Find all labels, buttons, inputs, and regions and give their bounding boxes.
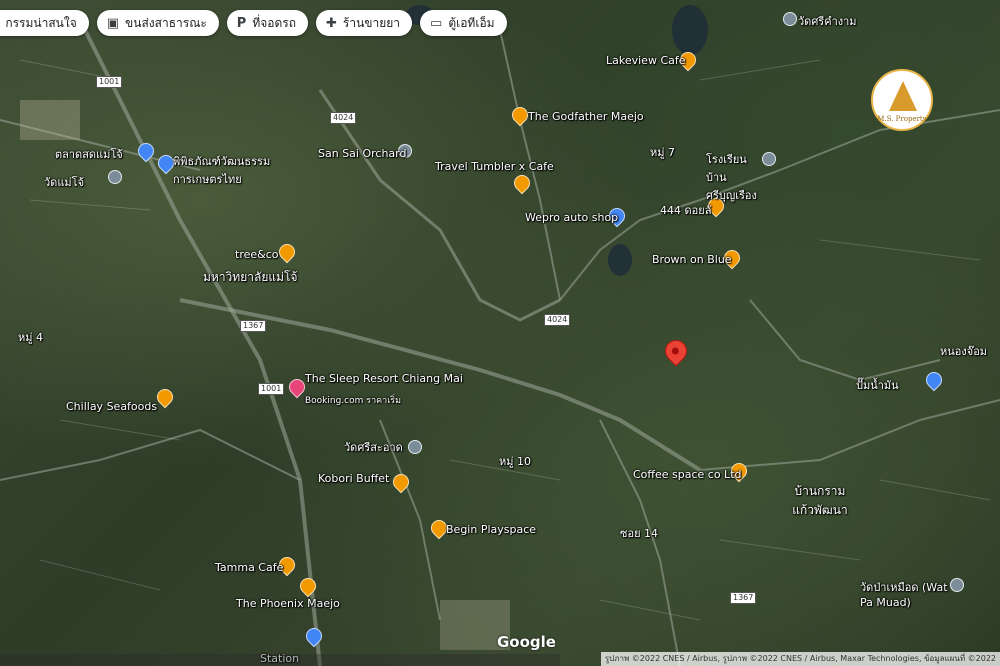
- place-label[interactable]: The Phoenix Maejo: [236, 597, 340, 610]
- place-label[interactable]: Lakeview Cafe: [606, 54, 686, 67]
- satellite-map[interactable]: [0, 0, 1000, 666]
- place-label[interactable]: ปั๊มน้ำมัน: [856, 376, 899, 394]
- place-label[interactable]: The Sleep Resort Chiang Mai: [305, 372, 463, 385]
- pharmacy-icon: ✚: [325, 15, 337, 31]
- bottom-strip: [0, 654, 560, 666]
- place-label[interactable]: Travel Tumbler x Cafe: [435, 160, 554, 173]
- temple-pin-icon[interactable]: [408, 440, 422, 454]
- place-label[interactable]: Tamma Cafe: [215, 561, 283, 574]
- place-label[interactable]: Chillay Seafoods: [66, 400, 157, 413]
- parking-icon: P: [236, 15, 247, 31]
- chip-transit[interactable]: ▣ ขนส่งสาธารณะ: [96, 10, 219, 36]
- place-label[interactable]: Kobori Buffet: [318, 472, 389, 485]
- school-pin-icon[interactable]: [762, 152, 776, 166]
- area-label: หมู่ 4: [18, 331, 43, 344]
- place-label[interactable]: โรงเรียนบ้านศรีบุญเรือง: [706, 150, 762, 204]
- temple-pin-icon[interactable]: [783, 12, 797, 26]
- village-label: หนองจ๊อม: [940, 345, 988, 358]
- place-label[interactable]: Wepro auto shop: [525, 211, 618, 224]
- university-label[interactable]: มหาวิทยาลัยแม่โจ้: [203, 268, 297, 287]
- area-label: ซอย 14: [620, 527, 659, 540]
- place-label[interactable]: ตลาดสดแม่โจ้: [55, 145, 123, 163]
- place-label[interactable]: วัดศรีคำงาม: [798, 12, 857, 30]
- chip-attractions[interactable]: ⌂กรรมน่าสนใจ: [0, 10, 89, 36]
- place-label[interactable]: Begin Playspace: [446, 523, 536, 536]
- map-attribution: รูปภาพ ©2022 CNES / Airbus, รูปภาพ ©2022…: [600, 652, 1000, 666]
- place-label[interactable]: 444 ดอยลั: [660, 201, 711, 219]
- area-label: หมู่ 10: [499, 455, 531, 468]
- place-label[interactable]: Brown on Blue: [652, 253, 732, 266]
- place-label[interactable]: พิพิธภัณฑ์วัฒนธรรมการเกษตรไทย: [173, 152, 293, 188]
- category-chip-bar: ⌂กรรมน่าสนใจ ▣ขนส่งสาธารณะ Pที่จอดรถ ✚ร้…: [0, 10, 507, 36]
- logo-text: M.S. Property: [877, 115, 927, 123]
- temple-pin-icon[interactable]: [108, 170, 122, 184]
- place-label[interactable]: วัดศรีสะอาด: [344, 438, 403, 456]
- temple-logo-icon: [889, 81, 917, 111]
- area-label: หมู่ 7: [650, 146, 675, 159]
- google-wordmark: Google: [497, 633, 556, 651]
- chip-atm[interactable]: ▭ ตู้เอทีเอ็ม: [420, 10, 507, 36]
- road-shield: 1367: [730, 592, 757, 604]
- place-label[interactable]: tree&co: [235, 248, 278, 261]
- road-network: [0, 5, 1000, 666]
- road-shield: 1367: [240, 320, 267, 332]
- chip-parking[interactable]: P ที่จอดรถ: [226, 10, 308, 36]
- place-label[interactable]: วัดป่าเหมือด (Wat Pa Muad): [860, 578, 952, 609]
- atm-icon: ▭: [430, 15, 443, 31]
- village-label: บ้านกรามแก้วพัฒนา: [792, 484, 848, 517]
- ms-property-logo: M.S. Property: [871, 69, 933, 131]
- road-shield: 4024: [330, 112, 357, 124]
- place-label[interactable]: วัดแม่โจ้: [44, 173, 84, 191]
- road-shield: 1001: [258, 383, 285, 395]
- place-label[interactable]: San Sai Orchard: [318, 147, 406, 160]
- temple-pin-icon[interactable]: [950, 578, 964, 592]
- place-label[interactable]: Coffee space co Ltd: [633, 468, 742, 481]
- chip-pharmacy[interactable]: ✚ ร้านขายยา: [315, 10, 413, 36]
- place-label[interactable]: The Godfather Maejo: [528, 110, 644, 123]
- road-shield: 4024: [544, 314, 571, 326]
- bus-icon: ▣: [106, 15, 120, 31]
- road-shield: 1001: [96, 76, 123, 88]
- price-label: Booking.com ราคาเริ่ม: [305, 396, 402, 406]
